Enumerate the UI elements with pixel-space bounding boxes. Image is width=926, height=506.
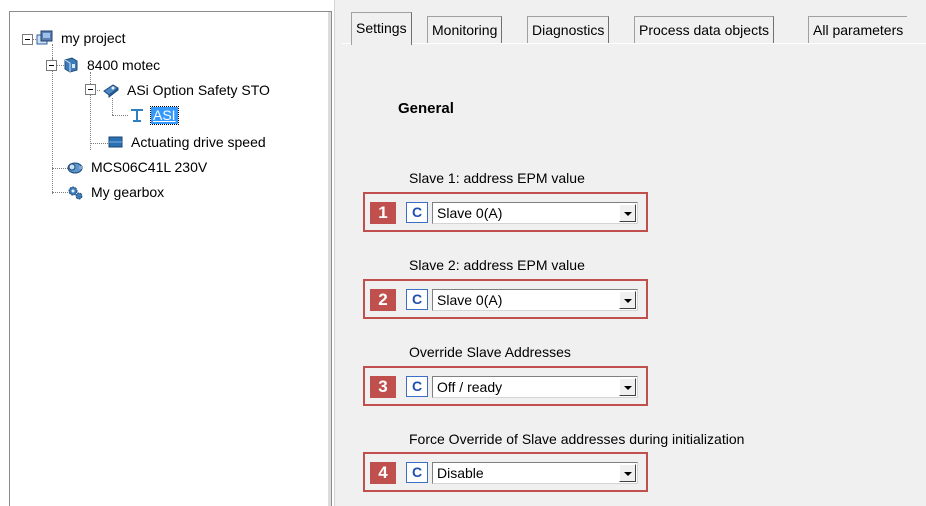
force-override-select[interactable]: Disable	[432, 462, 638, 484]
tree-item-label: My gearbox	[91, 183, 165, 200]
param-badge: 4	[370, 462, 396, 484]
collapse-toggle-8400-motec[interactable]	[46, 60, 57, 71]
tab-strip: Settings Monitoring Diagnostics Process …	[342, 0, 926, 47]
tree-item-label: 8400 motec	[87, 56, 161, 73]
param-badge: 2	[370, 289, 396, 311]
project-tree[interactable]: my project 8400 motec ASi Option Safety …	[9, 11, 332, 506]
tab-monitoring[interactable]: Monitoring	[427, 16, 503, 43]
tab-label: Settings	[356, 20, 407, 36]
c-button[interactable]: C	[406, 462, 428, 483]
tree-item-label: ASI	[150, 105, 179, 125]
collapse-toggle-my-project[interactable]	[22, 34, 33, 45]
param-badge: 1	[370, 202, 396, 224]
combo-value: Slave 0(A)	[437, 205, 503, 221]
param-badge: 3	[370, 376, 396, 398]
c-button[interactable]: C	[406, 376, 428, 397]
override-slave-addresses-select[interactable]: Off / ready	[432, 376, 638, 398]
tab-label: Diagnostics	[532, 22, 605, 38]
option-module-icon	[103, 84, 119, 98]
chevron-down-icon[interactable]	[619, 204, 636, 222]
chevron-down-icon[interactable]	[619, 291, 636, 309]
tree-item-label: MCS06C41L 230V	[91, 158, 208, 175]
tree-item-label: ASi Option Safety STO	[127, 81, 270, 98]
tree-item-actuating-drive-speed[interactable]: Actuating drive speed	[106, 133, 268, 151]
combo-value: Slave 0(A)	[437, 292, 503, 308]
drive-icon	[64, 57, 78, 73]
asi-interface-icon	[131, 109, 143, 122]
section-title: General	[398, 100, 454, 117]
tree-item-my-project[interactable]: my project	[36, 29, 128, 47]
tree-item-8400-motec[interactable]: 8400 motec	[62, 56, 162, 74]
chevron-down-icon[interactable]	[619, 378, 636, 396]
project-icon	[36, 30, 53, 45]
param-label-slave2-address: Slave 2: address EPM value	[409, 257, 585, 273]
collapse-toggle-asi-option[interactable]	[85, 84, 96, 95]
panel-splitter[interactable]	[334, 0, 342, 506]
chevron-down-icon[interactable]	[619, 464, 636, 482]
motor-icon	[67, 162, 83, 174]
combo-value: Off / ready	[437, 379, 503, 395]
tab-settings[interactable]: Settings	[351, 12, 412, 45]
param-highlight-2: 2 C Slave 0(A)	[363, 279, 648, 319]
tree-item-mcs06c41l-230v[interactable]: MCS06C41L 230V	[66, 158, 209, 176]
c-button[interactable]: C	[406, 202, 428, 223]
param-highlight-3: 3 C Off / ready	[363, 366, 648, 406]
tab-label: All parameters	[813, 22, 904, 38]
tree-item-label: Actuating drive speed	[131, 133, 266, 150]
param-label-slave1-address: Slave 1: address EPM value	[409, 170, 585, 186]
param-highlight-1: 1 C Slave 0(A)	[363, 192, 648, 232]
slave1-address-select[interactable]: Slave 0(A)	[432, 202, 638, 224]
slave2-address-select[interactable]: Slave 0(A)	[432, 289, 638, 311]
tree-item-asi[interactable]: ASI	[128, 105, 179, 125]
tab-label: Monitoring	[432, 22, 498, 38]
tab-label: Process data objects	[639, 22, 769, 38]
tree-item-label: my project	[61, 29, 126, 46]
tree-item-asi-option-safety-sto[interactable]: ASi Option Safety STO	[102, 81, 272, 99]
tree-item-my-gearbox[interactable]: My gearbox	[66, 183, 166, 201]
function-block-icon	[108, 136, 123, 148]
c-button[interactable]: C	[406, 289, 428, 310]
param-label-override-slave-addresses: Override Slave Addresses	[409, 344, 571, 360]
combo-value: Disable	[437, 465, 484, 481]
tab-all-parameters[interactable]: All parameters	[808, 16, 908, 43]
tab-process-data-objects[interactable]: Process data objects	[634, 16, 774, 43]
gearbox-icon	[68, 186, 83, 200]
param-label-force-override: Force Override of Slave addresses during…	[409, 431, 745, 447]
param-highlight-4: 4 C Disable	[363, 452, 648, 492]
tree-scrollbar[interactable]	[328, 12, 331, 506]
tab-diagnostics[interactable]: Diagnostics	[527, 16, 610, 43]
